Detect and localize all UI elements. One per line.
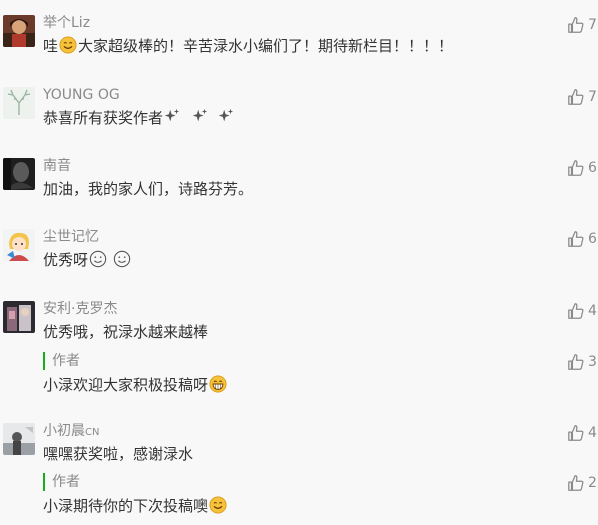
like-count: 6: [588, 231, 597, 247]
like-count: 4: [588, 425, 597, 441]
avatar[interactable]: [3, 301, 35, 333]
avatar[interactable]: [3, 229, 35, 261]
like-button[interactable]: 7: [567, 15, 598, 35]
comment-text: 哇大家超级棒的！辛苦渌水小编们了！期待新栏目！！！！: [43, 36, 454, 55]
comment-nickname: 尘世记忆: [43, 229, 99, 245]
avatar[interactable]: [3, 158, 35, 190]
smile-emoji-icon: [89, 250, 107, 268]
like-button[interactable]: 3: [567, 352, 598, 372]
comment-nickname: 举个Liz: [43, 15, 91, 31]
thumbs-up-icon: [568, 17, 584, 33]
author-label: 作者: [43, 473, 80, 491]
like-count: 4: [588, 303, 597, 319]
comment-text: 优秀呀: [43, 249, 132, 271]
comment-nickname: 小初晨CN: [43, 423, 100, 439]
like-count: 2: [588, 475, 597, 491]
comment-text: 优秀哦，祝渌水越来越棒: [43, 323, 209, 341]
like-count: 3: [588, 354, 597, 370]
smile-emoji-icon: [59, 36, 77, 54]
comment-nickname: YOUNG OG: [43, 87, 120, 103]
reply-text: 小渌期待你的下次投稿噢: [43, 495, 228, 517]
like-count: 7: [588, 17, 597, 33]
thumbs-up-icon: [568, 354, 584, 370]
comment-text: 恭喜所有获奖作者: [43, 107, 237, 129]
like-count: 6: [588, 160, 597, 176]
comment-text: 嘿嘿获奖啦，感谢渌水: [43, 445, 194, 463]
sparkles-icon: [218, 108, 234, 122]
like-button[interactable]: 4: [567, 423, 598, 443]
thumbs-up-icon: [568, 160, 584, 176]
reply-text: 小渌欢迎大家积极投稿呀: [43, 374, 228, 396]
nickname-suffix: CN: [85, 427, 100, 438]
like-button[interactable]: 4: [567, 301, 598, 321]
like-button[interactable]: 6: [567, 158, 598, 178]
like-button[interactable]: 2: [567, 473, 598, 493]
avatar[interactable]: [3, 87, 35, 119]
thumbs-up-icon: [568, 425, 584, 441]
grin-emoji-icon: [209, 375, 227, 393]
like-count: 7: [588, 89, 597, 105]
thumbs-up-icon: [568, 475, 584, 491]
avatar[interactable]: [3, 423, 35, 455]
thumbs-up-icon: [568, 89, 584, 105]
avatar[interactable]: [3, 15, 35, 47]
like-button[interactable]: 6: [567, 229, 598, 249]
comment-text: 加油，我的家人们，诗路芬芳。: [43, 180, 254, 198]
sparkles-icon: [192, 108, 208, 122]
comment-nickname: 安利·克罗杰: [43, 301, 118, 317]
smile-emoji-icon: [209, 496, 227, 514]
thumbs-up-icon: [568, 303, 584, 319]
comment-nickname: 南音: [43, 158, 71, 174]
like-button[interactable]: 7: [567, 87, 598, 107]
sparkles-icon: [164, 108, 180, 122]
thumbs-up-icon: [568, 231, 584, 247]
smile-emoji-icon: [113, 250, 131, 268]
author-label: 作者: [43, 352, 80, 370]
